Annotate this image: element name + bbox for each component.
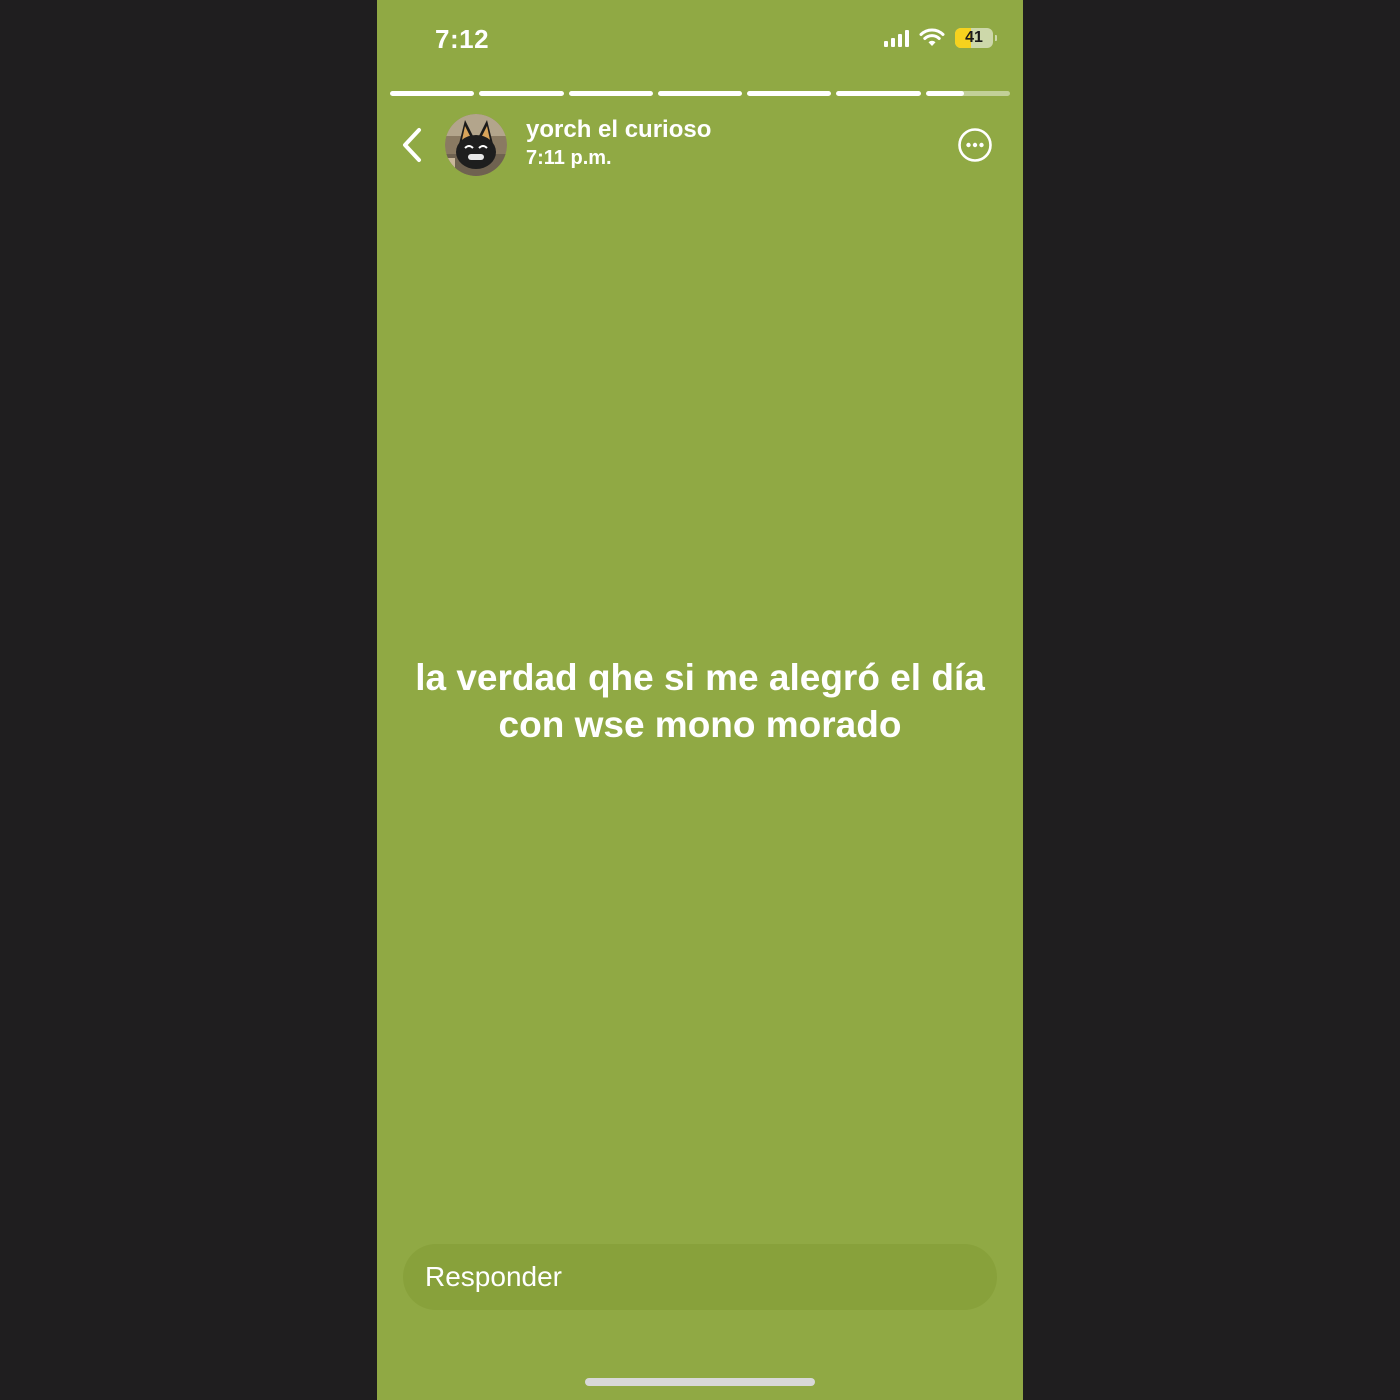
status-icons: 41: [884, 28, 997, 48]
battery-icon: 41: [955, 28, 997, 48]
story-post-time: 7:11 p.m.: [526, 147, 612, 169]
story-username[interactable]: yorch el curioso: [526, 116, 711, 144]
reply-input[interactable]: Responder: [403, 1244, 997, 1310]
story-progress-segment: [390, 91, 475, 96]
story-progress-segment: [657, 91, 743, 96]
story-progress-segment: [836, 91, 921, 96]
story-screen: 7:12 41 yorch el curioso 7:11 p.m. la ve…: [377, 0, 1023, 1400]
chevron-left-icon[interactable]: [397, 124, 427, 166]
story-progress-fill: [479, 91, 564, 96]
story-text: la verdad qhe si me alegró el día con ws…: [415, 657, 985, 745]
story-progress-fill: [390, 91, 475, 96]
story-progress-segment: [925, 91, 1010, 96]
battery-level: 41: [965, 29, 983, 46]
story-progress-fill: [657, 91, 743, 96]
home-indicator[interactable]: [585, 1378, 815, 1386]
story-progress-fill: [836, 91, 921, 96]
cellular-signal-icon: [884, 29, 909, 47]
wifi-icon: [919, 28, 945, 46]
status-time: 7:12: [435, 24, 490, 54]
avatar[interactable]: [445, 114, 507, 176]
cat-avatar-image: [445, 114, 507, 176]
story-progress-segment: [568, 91, 653, 96]
battery-cap: [995, 35, 997, 41]
story-progress-segment: [479, 91, 564, 96]
story-progress-fill: [925, 91, 964, 96]
story-progress-fill: [568, 91, 653, 96]
story-progress-fill: [747, 91, 832, 96]
more-options-icon[interactable]: [957, 127, 993, 163]
reply-placeholder: Responder: [425, 1261, 562, 1292]
story-progress-segment: [747, 91, 832, 96]
story-progress-bar: [390, 91, 1010, 96]
